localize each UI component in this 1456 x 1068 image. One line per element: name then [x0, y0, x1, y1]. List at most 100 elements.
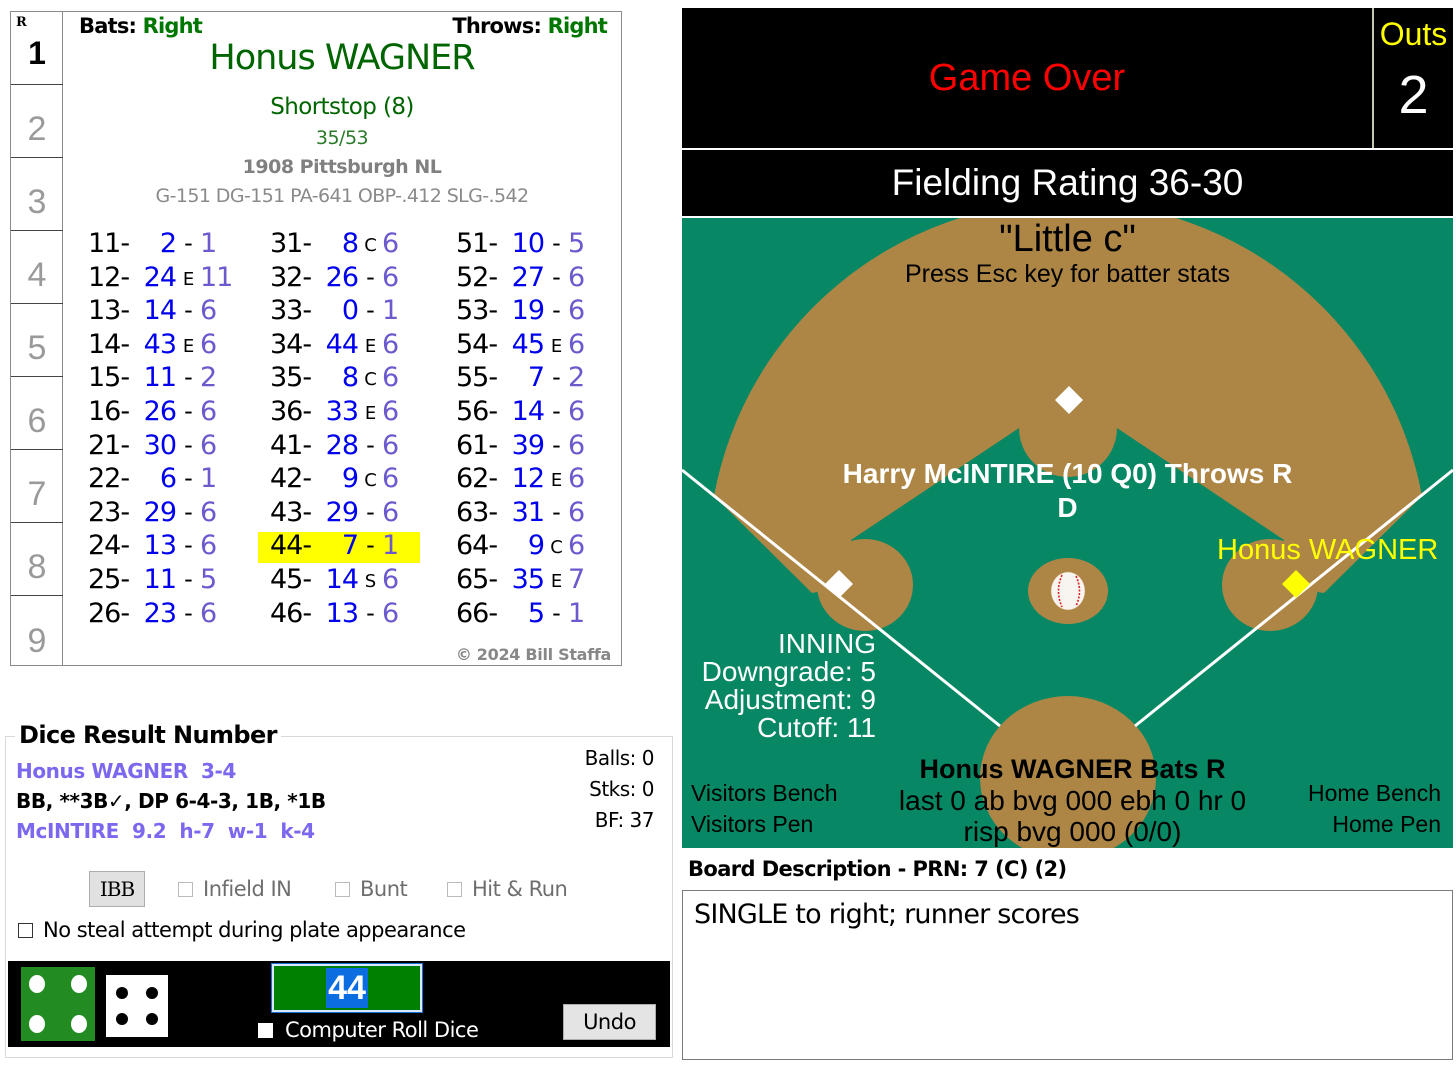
- result-code: -: [184, 464, 193, 493]
- esc-hint: Press Esc key for batter stats: [904, 260, 1231, 288]
- chart-row: 42- 9 C 6: [270, 463, 440, 497]
- result-code: -: [366, 430, 375, 459]
- result-primary: 0: [341, 295, 359, 327]
- chart-row: 21- 30-6: [88, 430, 258, 464]
- baseball-field[interactable]: "Little c" Press Esc key for batter stat…: [682, 218, 1453, 848]
- result-secondary: 6: [200, 328, 217, 360]
- chart-row: 12- 24 E 11: [88, 262, 258, 296]
- die-pip: [146, 987, 158, 999]
- lineup-slot-6[interactable]: 6: [11, 377, 63, 450]
- dice-number: 11-: [88, 228, 130, 259]
- result-code: -: [184, 229, 193, 257]
- dice-number: 16-: [88, 395, 130, 427]
- roll-value[interactable]: 44: [326, 968, 368, 1008]
- chart-row: 52- 27-6: [456, 262, 626, 296]
- result-secondary: 6: [200, 597, 217, 629]
- lineup-slot-7[interactable]: 7: [11, 450, 63, 523]
- chart-row: 51- 10-5: [456, 228, 626, 262]
- no-steal-checkbox[interactable]: No steal attempt during plate appearance: [18, 918, 466, 942]
- lineup-slot-4[interactable]: 4: [11, 231, 63, 304]
- result-secondary: 2: [568, 362, 585, 394]
- result-primary: 35: [511, 563, 545, 595]
- checkbox-icon[interactable]: [18, 922, 33, 938]
- result-primary: 44: [325, 328, 359, 360]
- pitcher-info[interactable]: Harry McINTIRE (10 Q0) Throws R: [682, 458, 1453, 490]
- undo-button[interactable]: Undo: [563, 1004, 656, 1040]
- result-code: -: [184, 497, 193, 526]
- copyright: © 2024 Bill Staffa: [455, 645, 611, 664]
- home-pen-link[interactable]: Home Pen: [1332, 811, 1441, 838]
- dice-number: 31-: [270, 228, 312, 259]
- home-bench-link[interactable]: Home Bench: [1308, 780, 1441, 807]
- result-secondary: 6: [568, 295, 585, 327]
- dice-number: 62-: [456, 463, 498, 495]
- result-primary: 8: [341, 228, 359, 259]
- result-primary: 31: [511, 496, 545, 528]
- result-code: -: [552, 262, 561, 291]
- checkbox-icon[interactable]: [447, 881, 462, 897]
- result-primary: 13: [143, 530, 177, 562]
- result-secondary: 6: [382, 261, 399, 293]
- dice-number: 32-: [270, 261, 312, 293]
- result-primary: 7: [527, 362, 545, 394]
- result-code: -: [366, 296, 375, 325]
- die-pip: [71, 1015, 87, 1033]
- visitors-bench-link[interactable]: Visitors Bench: [691, 780, 838, 807]
- pitcher-grade: D: [1057, 492, 1078, 523]
- outs-value: 2: [1398, 65, 1429, 125]
- inning-adjustments: INNING Downgrade: 5 Adjustment: 9 Cutoff: 1…: [688, 630, 876, 742]
- result-code: -: [184, 430, 193, 459]
- result-code: E: [364, 402, 376, 424]
- dice-roll-bar: 44 Computer Roll Dice Undo: [8, 961, 670, 1047]
- chart-column: 51- 10-5 52- 27-6 53- 19-6 54- 45 E 6 55- 7-2 56- 14-…: [456, 228, 626, 631]
- result-secondary: 6: [382, 362, 399, 394]
- dice-number: 23-: [88, 496, 130, 528]
- dice-number: 43-: [270, 496, 312, 528]
- chart-row: 64- 9 C 6: [456, 530, 626, 564]
- result-secondary: 1: [200, 228, 217, 259]
- visitors-pen-link[interactable]: Visitors Pen: [691, 811, 813, 838]
- dice-number: 13-: [88, 295, 130, 327]
- chart-row: 54- 45 E 6: [456, 329, 626, 363]
- lineup-slot-9[interactable]: 9: [11, 596, 63, 669]
- batting-order: R 123456789: [11, 12, 63, 665]
- green-die-icon: [21, 967, 95, 1041]
- bunt-checkbox[interactable]: Bunt: [335, 877, 408, 901]
- result-code: -: [552, 229, 561, 257]
- result-code: C: [364, 235, 377, 256]
- result-code: -: [184, 598, 193, 627]
- checkbox-icon[interactable]: [178, 881, 193, 897]
- lineup-slot-2[interactable]: 2: [11, 85, 63, 158]
- lineup-slot-8[interactable]: 8: [11, 523, 63, 596]
- chart-row: 66- 5-1: [456, 598, 626, 632]
- result-primary: 45: [511, 328, 545, 360]
- infield-in-checkbox[interactable]: Infield IN: [178, 877, 292, 901]
- runner-on-first[interactable]: Honus WAGNER: [1217, 534, 1438, 567]
- result-primary: 8: [341, 362, 359, 394]
- player-numbers: 35/53: [315, 127, 369, 149]
- dice-number: 65-: [456, 563, 498, 595]
- lineup-slot-1[interactable]: 1: [11, 12, 63, 85]
- hit-and-run-checkbox[interactable]: Hit & Run: [447, 877, 568, 901]
- dice-number: 54-: [456, 328, 498, 360]
- lineup-slot-5[interactable]: 5: [11, 304, 63, 377]
- dice-number: 14-: [88, 328, 130, 360]
- checkbox-icon[interactable]: [335, 881, 350, 897]
- result-primary: 23: [143, 597, 177, 629]
- result-code: -: [366, 497, 375, 526]
- roll-input[interactable]: 44: [271, 963, 423, 1013]
- result-primary: 30: [143, 429, 177, 461]
- fielding-rating: Fielding Rating 36-30: [682, 150, 1453, 216]
- result-primary: 13: [325, 597, 359, 629]
- checkbox-icon[interactable]: [258, 1022, 273, 1038]
- chart-row: 22- 6-1: [88, 463, 258, 497]
- chart-row: 35- 8 C 6: [270, 362, 440, 396]
- result-secondary: 6: [382, 563, 399, 595]
- result-code: -: [552, 598, 561, 627]
- bats-value: Right: [142, 14, 203, 38]
- ibb-button[interactable]: IBB: [89, 871, 145, 907]
- lineup-slot-3[interactable]: 3: [11, 158, 63, 231]
- chart-row: 13- 14-6: [88, 295, 258, 329]
- result-secondary: 6: [568, 395, 585, 427]
- computer-roll-checkbox[interactable]: Computer Roll Dice: [258, 1018, 479, 1042]
